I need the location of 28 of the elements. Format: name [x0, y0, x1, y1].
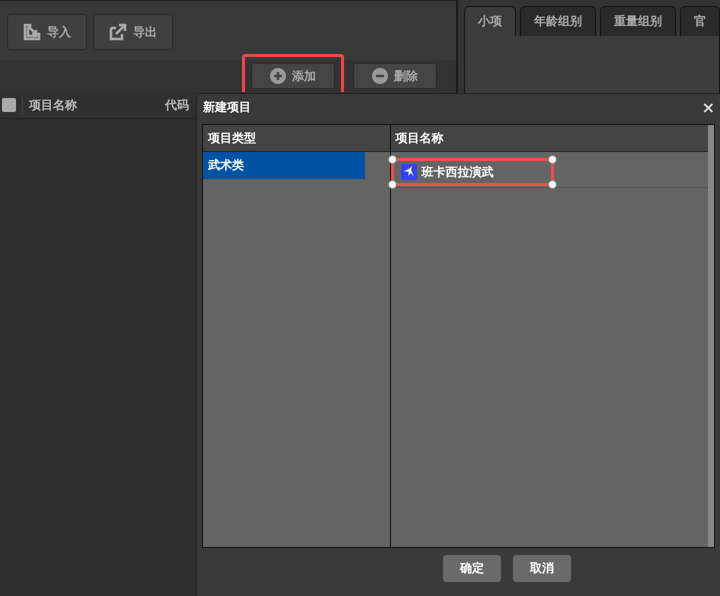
action-button[interactable]: 删除	[353, 63, 437, 89]
export-icon	[109, 23, 127, 41]
tab[interactable]: 小项	[464, 6, 516, 36]
toolbar-button[interactable]: 导出	[93, 14, 173, 50]
dialog-button[interactable]: 确定	[443, 555, 501, 582]
minus-icon	[372, 68, 388, 84]
action-button[interactable]: 添加	[251, 63, 335, 89]
tab[interactable]: 年龄组别	[520, 6, 596, 36]
resize-handle[interactable]	[548, 180, 557, 189]
list-item[interactable]: 班卡西拉演武	[390, 158, 554, 186]
checkbox[interactable]	[2, 98, 16, 112]
column-header: 项目名称	[22, 96, 159, 114]
plus-icon	[270, 68, 286, 84]
dialog-button[interactable]: 取消	[513, 555, 571, 582]
scrollbar[interactable]	[708, 125, 714, 547]
close-button[interactable]: ×	[702, 98, 715, 117]
resize-handle[interactable]	[388, 180, 397, 189]
list-item[interactable]: 武术类	[203, 152, 365, 179]
column-header: 项目类型	[208, 130, 256, 146]
import-icon	[23, 23, 41, 41]
tab[interactable]: 重量组别	[600, 6, 676, 36]
resize-handle[interactable]	[388, 155, 397, 164]
tab[interactable]: 官	[680, 6, 720, 36]
resize-handle[interactable]	[548, 155, 557, 164]
column-header: 代码	[164, 96, 189, 114]
column-header: 项目名称	[396, 130, 444, 146]
dialog-title: 新建项目	[203, 99, 251, 116]
toolbar-button[interactable]: 导入	[7, 14, 87, 50]
